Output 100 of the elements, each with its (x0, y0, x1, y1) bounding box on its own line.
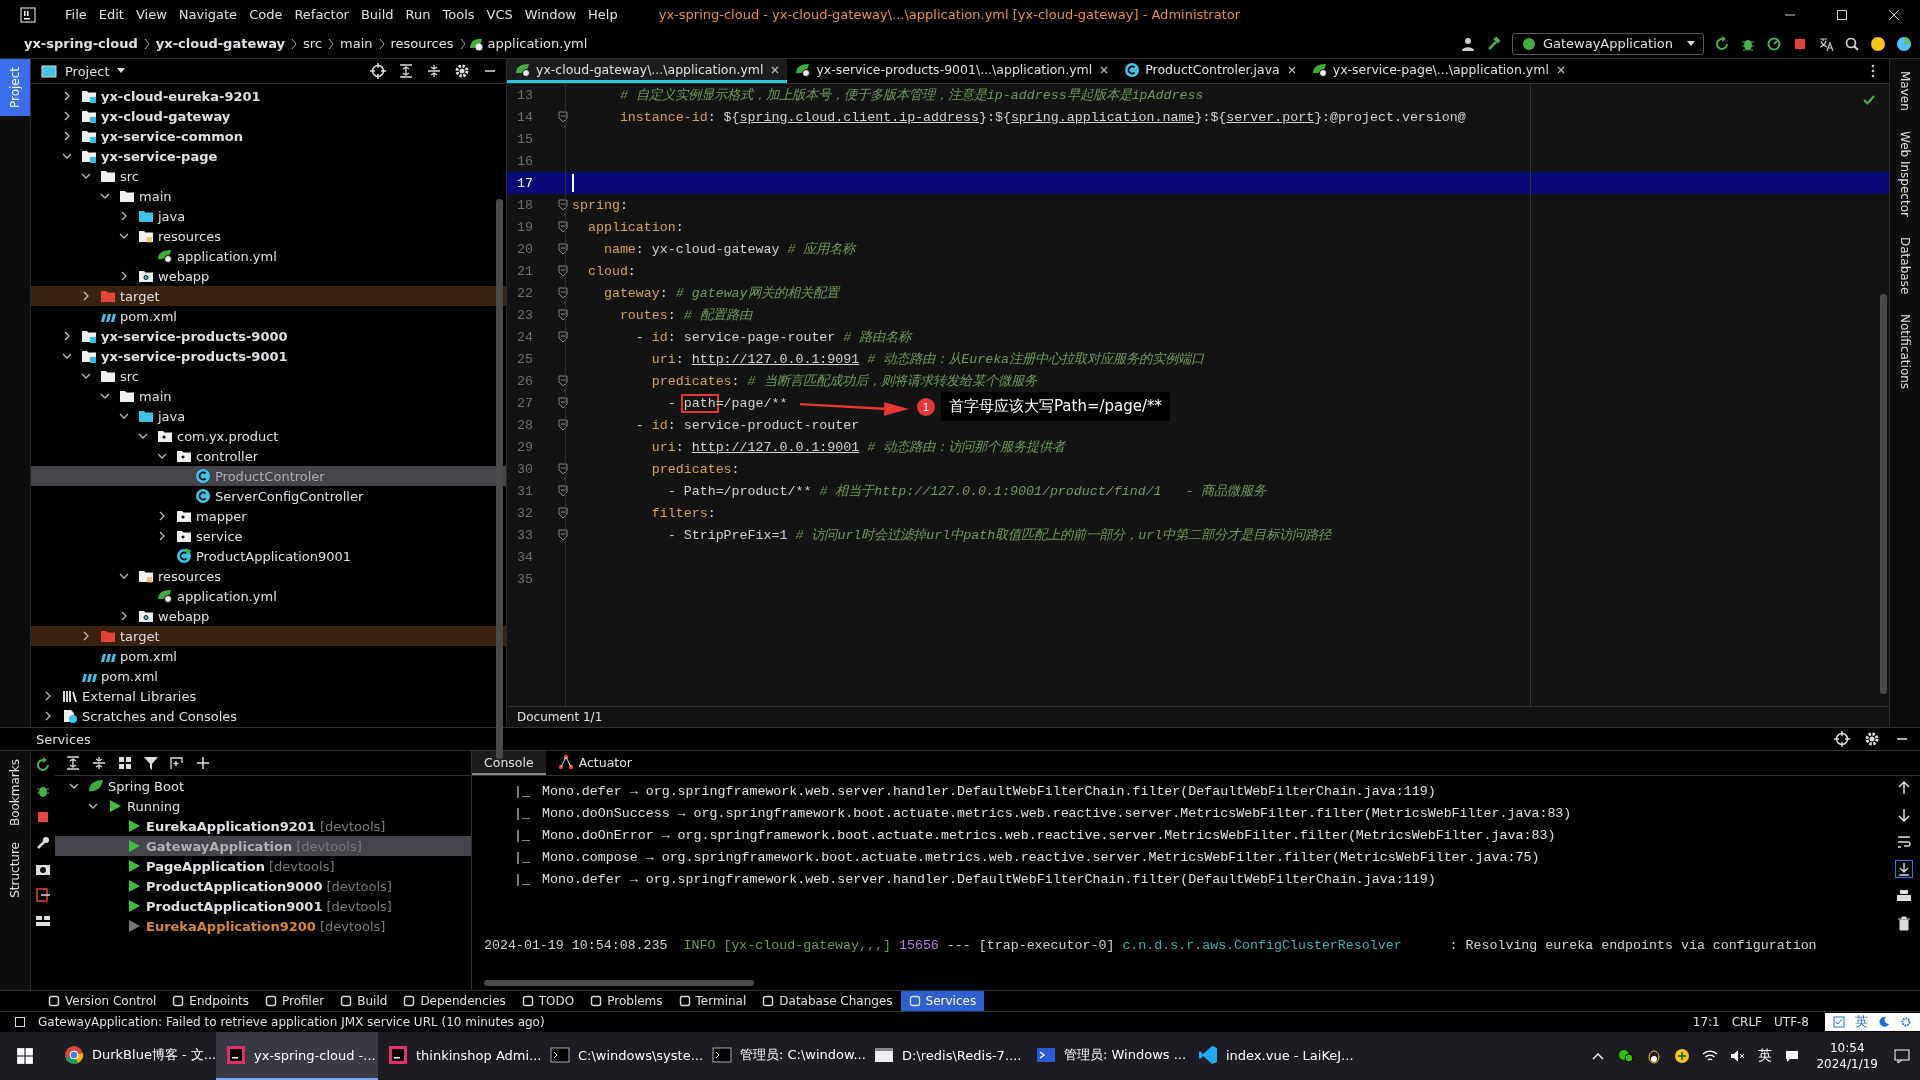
menu-item[interactable]: View (130, 5, 172, 24)
chevron-icon[interactable] (100, 391, 110, 401)
rerun-icon[interactable] (35, 757, 51, 773)
chevron-icon[interactable] (62, 331, 72, 341)
console-tab[interactable]: Actuator (545, 751, 644, 775)
tree-item[interactable]: com.yx.product (31, 426, 506, 446)
tool-window-button[interactable]: Version Control (40, 991, 165, 1011)
tree-item[interactable]: main (31, 186, 506, 206)
tree-item[interactable]: controller (31, 446, 506, 466)
fold-marker-icon[interactable] (558, 397, 568, 409)
new-tab-icon[interactable] (169, 755, 185, 771)
tree-item[interactable]: java (31, 206, 506, 226)
tool-window-button[interactable]: Profiler (257, 991, 333, 1011)
menu-item[interactable]: Code (244, 5, 288, 24)
fold-marker-icon[interactable] (558, 507, 568, 519)
tree-item[interactable]: Scratches and Consoles (31, 706, 506, 726)
chevron-icon[interactable] (62, 111, 72, 121)
tree-item[interactable]: webapp (31, 266, 506, 286)
notification-icon[interactable] (1784, 1048, 1801, 1064)
chevron-icon[interactable] (157, 531, 167, 541)
plus-circle-icon[interactable] (1674, 1048, 1691, 1064)
exit-icon[interactable] (35, 887, 51, 903)
chevron-icon[interactable] (62, 131, 72, 141)
close-icon[interactable] (1287, 65, 1296, 74)
tree-item[interactable]: webapp (31, 606, 506, 626)
chevron-icon[interactable] (81, 631, 91, 641)
layout-icon[interactable] (35, 913, 51, 929)
translate-icon[interactable] (1818, 35, 1834, 52)
tree-item[interactable]: java (31, 406, 506, 426)
taskbar-button[interactable]: 管理员: Windows ... (1026, 1032, 1188, 1080)
tree-item[interactable]: mapper (31, 506, 506, 526)
chevron-icon[interactable] (119, 211, 129, 221)
tree-item[interactable]: yx-service-products-9001 (31, 346, 506, 366)
plugin-logo-icon[interactable] (1896, 35, 1912, 52)
taskbar-button[interactable]: C:\windows\syste... (540, 1032, 702, 1080)
settings-icon[interactable] (1864, 731, 1880, 747)
tree-item[interactable]: yx-service-products-9000 (31, 326, 506, 346)
fold-marker-icon[interactable] (558, 111, 568, 123)
tool-window-button[interactable]: Database Changes (754, 991, 901, 1011)
breadcrumb-item[interactable]: resources (386, 36, 458, 51)
tree-item[interactable]: Running (55, 796, 471, 816)
tree-item[interactable]: GatewayApplication [devtools] (55, 836, 471, 856)
tool-window-tab[interactable]: Bookmarks (0, 751, 30, 835)
trash-icon[interactable] (1896, 915, 1912, 931)
tree-item[interactable]: yx-cloud-gateway (31, 106, 506, 126)
chevron-icon[interactable] (81, 171, 91, 181)
fold-marker-icon[interactable] (558, 529, 568, 541)
editor-tab[interactable]: ProductControler.java (1116, 59, 1304, 83)
menu-item[interactable]: Refactor (289, 5, 354, 24)
chevron-icon[interactable] (138, 431, 148, 441)
menu-item[interactable]: File (60, 5, 92, 24)
target-icon[interactable] (370, 63, 386, 79)
target-icon[interactable] (1834, 731, 1850, 747)
chevron-icon[interactable] (43, 711, 53, 721)
close-icon[interactable] (1888, 8, 1900, 21)
menu-item[interactable]: Build (355, 5, 399, 24)
tree-item[interactable]: yx-service-common (31, 126, 506, 146)
chat-bubble-icon[interactable] (1894, 1048, 1910, 1064)
filter-icon[interactable] (143, 755, 159, 771)
chevron-icon[interactable] (62, 91, 72, 101)
arrow-up-icon[interactable] (1896, 780, 1912, 796)
taskbar-button[interactable]: 管理员: C:\window... (702, 1032, 864, 1080)
tool-window-tab[interactable]: Database (1890, 230, 1920, 300)
chevron-icon[interactable] (119, 271, 129, 281)
fold-marker-icon[interactable] (558, 287, 568, 299)
scrollbar[interactable] (1880, 294, 1887, 694)
fold-marker-icon[interactable] (558, 419, 568, 431)
tree-item[interactable]: resources (31, 226, 506, 246)
stop-icon[interactable] (35, 809, 51, 825)
tool-window-tab[interactable]: Maven (1890, 65, 1920, 117)
editor-tab[interactable]: yx-cloud-gateway\...\application.yml (507, 59, 788, 83)
taskbar-button[interactable]: yx-spring-cloud -... (216, 1032, 378, 1080)
tree-item[interactable]: pom.xml (31, 306, 506, 326)
tool-window-button[interactable]: TODO (513, 991, 583, 1011)
tree-item[interactable]: application.yml (31, 246, 506, 266)
scroll-to-end-icon[interactable] (1896, 861, 1912, 877)
tool-window-tab[interactable]: Project (0, 59, 30, 117)
taskbar-button[interactable]: thinkinshop Admi... (378, 1032, 540, 1080)
wrap-icon[interactable] (1896, 834, 1912, 850)
fold-marker-icon[interactable] (558, 199, 568, 211)
rerun-icon[interactable] (1714, 35, 1730, 52)
chevron-icon[interactable] (43, 691, 53, 701)
volume-muted-icon[interactable] (1730, 1048, 1747, 1064)
fold-marker-icon[interactable] (558, 243, 568, 255)
file-encoding[interactable]: UTF-8 (1774, 1015, 1809, 1029)
wrench-icon[interactable] (35, 835, 51, 851)
tree-item[interactable]: Spring Boot (55, 776, 471, 796)
scrollbar[interactable] (484, 980, 754, 986)
tool-window-button[interactable]: Build (332, 991, 396, 1011)
tree-item[interactable]: PageApplication [devtools] (55, 856, 471, 876)
chevron-icon[interactable] (81, 291, 91, 301)
tool-window-tab[interactable]: Notifications (1890, 308, 1920, 396)
tree-item[interactable]: ServerConfigController (31, 486, 506, 506)
close-icon[interactable] (1100, 65, 1109, 74)
menu-item[interactable]: VCS (481, 5, 518, 24)
tree-item[interactable]: pom.xml (31, 646, 506, 666)
fold-marker-icon[interactable] (558, 375, 568, 387)
user-icon[interactable] (1459, 35, 1476, 52)
clock-time[interactable]: 10:54 (1829, 1040, 1865, 1056)
chevron-icon[interactable] (119, 231, 129, 241)
